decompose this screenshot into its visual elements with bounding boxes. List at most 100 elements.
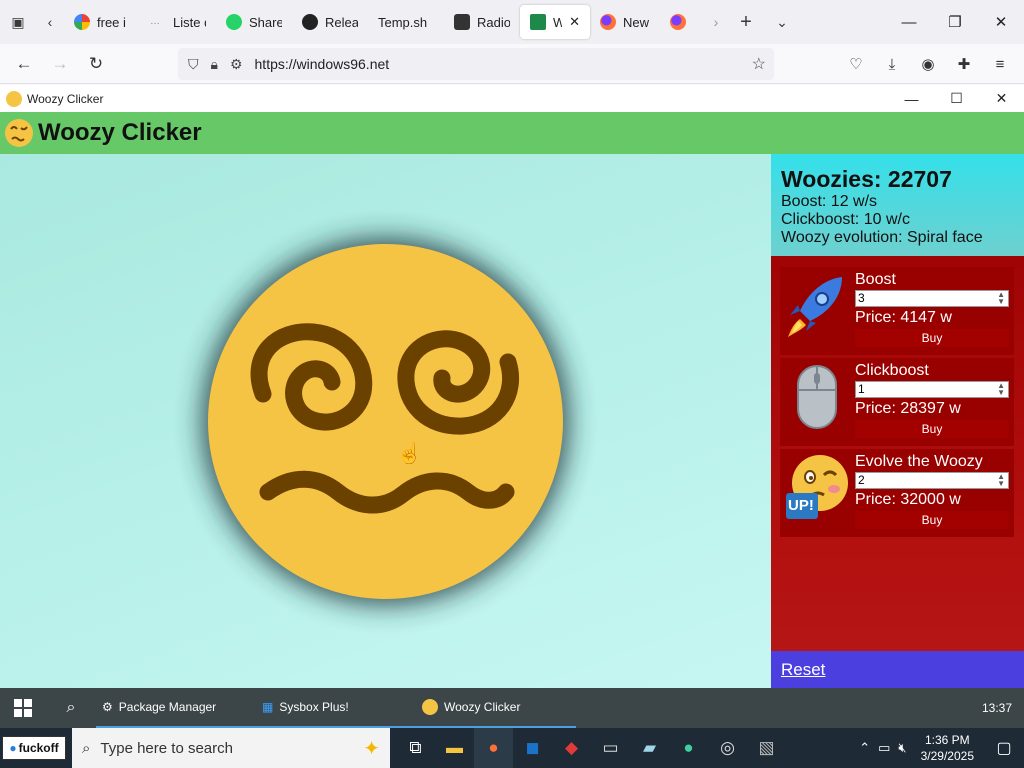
forward-icon[interactable]: → [42,48,78,80]
tab-scroll-right-icon[interactable]: › [704,4,728,40]
back-icon[interactable]: ← [6,48,42,80]
toolbar-right: ♡ ⤓ ◉ ✚ ≡ [838,48,1018,80]
pocket-icon[interactable]: ♡ [838,48,874,80]
task-view-icon[interactable]: ⧉ [396,728,435,768]
new-tab-icon[interactable]: + [728,4,764,40]
browser-tab[interactable]: Temp.sh [368,5,444,39]
firefox-icon [600,14,616,30]
bookmark-star-icon[interactable]: ☆ [752,54,766,74]
notepad-icon[interactable]: ▰ [630,728,669,768]
spinner-arrows-icon[interactable]: ▲ ▼ [997,473,1005,488]
spinner-arrows-icon[interactable]: ▲ ▼ [997,291,1005,306]
w96-task-package-manager[interactable]: ⚙ Package Manager [96,688,256,728]
browser-tab[interactable]: N [660,5,704,39]
hand-cursor-icon: ☝ [397,443,422,465]
minimize-icon[interactable]: — [886,0,932,44]
host-taskbar: ● fuckoff ⌕ Type here to search ✦ ⧉ ▬ ● ◼… [0,728,1024,768]
gear-icon: ⚙ [102,700,113,714]
w96-start-button[interactable] [0,688,46,728]
url-text[interactable]: https://windows96.net [255,56,390,72]
extensions-icon[interactable]: ✚ [946,48,982,80]
shop-item-name: Evolve the Woozy [855,453,983,470]
clock-time: 1:36 PM [924,733,970,747]
woozy-face-click-target[interactable] [203,239,568,604]
close-tab-icon[interactable]: ✕ [569,14,580,30]
boost-quantity-input[interactable]: 3 ▲ ▼ [855,290,1009,307]
spinner-arrows-icon[interactable]: ▲ ▼ [997,382,1005,397]
w96-task-woozy-clicker[interactable]: Woozy Clicker [416,688,576,728]
app-maximize-icon[interactable]: ☐ [934,85,979,112]
tab-title: New [623,14,650,30]
firefox-icon[interactable]: ● [474,728,513,768]
system-tray: ⌃ ▭ 🔇︎ 1:36 PM 3/29/2025 ▢ [855,728,1024,768]
woozy-app-icon [422,699,438,715]
volume-muted-icon[interactable]: 🔇︎ [894,740,910,756]
terminal-icon[interactable]: ▭ [591,728,630,768]
permissions-icon[interactable]: ⚙︎ [230,56,243,73]
app-window-controls: — ☐ ✕ [889,85,1024,112]
browser-tab[interactable]: Relea [292,5,368,39]
browser-tab[interactable]: … Liste d [140,5,216,39]
github-icon [302,14,318,30]
browser-tab[interactable]: free i [64,5,140,39]
evolve-quantity-input[interactable]: 2 ▲ ▼ [855,472,1009,489]
host-search-box[interactable]: ⌕ Type here to search ✦ [72,728,390,768]
up-badge-text: UP! [788,497,814,514]
reset-link[interactable]: Reset [781,660,825,680]
windows-logo-icon: ▦ [262,700,274,714]
network-icon[interactable]: ▭ [874,740,894,756]
clickboost-quantity-input[interactable]: 1 ▲ ▼ [855,381,1009,398]
tab-overview-icon[interactable]: ▣ [0,4,36,40]
tab-list-chevron-icon[interactable]: ⌄ [764,4,800,40]
tab-title: Temp.sh [378,14,428,30]
browser-tab-active[interactable]: Wi ✕ [520,5,590,39]
buy-clickboost-button[interactable]: Buy [855,420,1009,438]
task-label: Package Manager [118,700,217,714]
buy-evolve-button[interactable]: Buy [855,511,1009,529]
whatsapp-icon [226,14,242,30]
quantity-value: 3 [858,291,865,305]
paint-icon[interactable]: ◆ [552,728,591,768]
brand-button[interactable]: ● fuckoff [2,736,66,760]
app-minimize-icon[interactable]: — [889,85,934,112]
game-title: Woozy Clicker [38,119,202,146]
menu-icon[interactable]: ≡ [982,48,1018,80]
woozy-app-icon [6,90,22,107]
clickboost-rate: Clickboost: 10 w/c [781,211,910,228]
obs-icon[interactable]: ◎ [708,728,747,768]
tab-scroll-left-icon[interactable]: ‹ [36,4,64,40]
w96-search-icon[interactable]: ⌕ [46,688,96,728]
outlook-icon[interactable]: ◼ [513,728,552,768]
downloads-icon[interactable]: ⤓ [874,48,910,80]
w96-task-sysbox[interactable]: ▦ Sysbox Plus! [256,688,416,728]
quantity-value: 2 [858,473,865,487]
browser-tab-strip: ▣ ‹ free i …Liste d Share Relea Temp.sh … [0,0,1024,44]
browser-tab[interactable]: Radio [444,5,520,39]
host-clock[interactable]: 1:36 PM 3/29/2025 [911,732,984,764]
notifications-icon[interactable]: ▢ [984,728,1024,768]
rocket-icon [788,277,842,337]
app-window-title: Woozy Clicker [27,91,104,106]
tab-title: Share [249,14,282,30]
firefox-icon [670,14,686,30]
windows96-icon [530,14,546,30]
close-window-icon[interactable]: ✕ [978,0,1024,44]
browser-tab[interactable]: New [590,5,660,39]
maximize-icon[interactable]: ❐ [932,0,978,44]
browser-window-controls: — ❐ ✕ [886,0,1024,44]
app-icon[interactable]: ▧ [747,728,786,768]
buy-boost-button[interactable]: Buy [855,329,1009,347]
shop-item-evolve: UP! Evolve the Woozy 2 ▲ ▼ Price: 32000 w … [780,449,1014,537]
app-close-icon[interactable]: ✕ [979,85,1024,112]
url-bar[interactable]: ⛉ 🔒︎ ⚙︎ https://windows96.net ☆ [178,48,774,80]
account-icon[interactable]: ◉ [910,48,946,80]
shield-icon[interactable]: ⛉ [188,56,199,73]
pinned-apps: ⧉ ▬ ● ◼ ◆ ▭ ▰ ● ◎ ▧ [396,728,786,768]
browser-tab[interactable]: Share [216,5,292,39]
woozy-evolution: Woozy evolution: Spiral face [781,229,983,246]
reload-icon[interactable]: ↻ [78,48,114,80]
file-explorer-icon[interactable]: ▬ [435,728,474,768]
lock-icon[interactable]: 🔒︎ [211,56,218,73]
chevron-up-icon[interactable]: ⌃ [855,740,874,756]
edge-icon[interactable]: ● [669,728,708,768]
